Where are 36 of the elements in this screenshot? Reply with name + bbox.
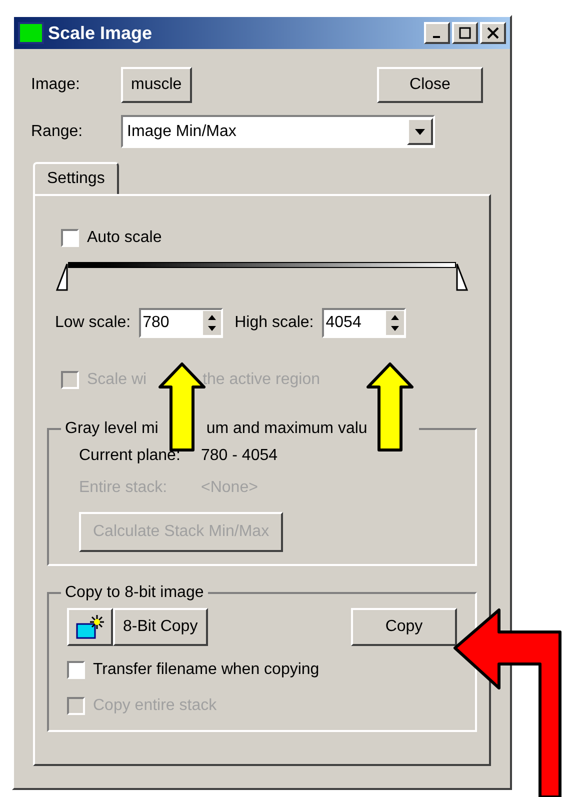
new-image-button[interactable] (67, 608, 113, 646)
scale-slider[interactable] (56, 262, 468, 292)
group-title: Copy to 8-bit image (65, 583, 204, 603)
checkbox[interactable] (67, 661, 85, 679)
pointer-arrow-icon (453, 608, 563, 797)
group-title: um and maximum valu (206, 419, 368, 439)
group-title: Gray level mi (65, 419, 158, 439)
info-label: Current plane: (79, 446, 182, 466)
image-label: Image: (31, 75, 81, 95)
minimize-icon[interactable] (424, 22, 450, 44)
range-value: Image Min/Max (126, 122, 238, 142)
image-button[interactable]: muscle (121, 67, 192, 103)
checkbox-label: Auto scale (87, 228, 162, 248)
image-sparkle-icon (75, 614, 105, 640)
spin-arrows-icon[interactable] (202, 311, 221, 335)
number-field[interactable]: 780 (138, 308, 223, 338)
number-field[interactable]: 4054 (322, 308, 406, 338)
tab[interactable]: Settings (33, 162, 119, 194)
checkbox[interactable] (61, 229, 79, 247)
field-label: High scale: (234, 313, 314, 333)
range-dropdown[interactable]: Image Min/Max (121, 115, 435, 148)
info-value: 780 - 4054 (201, 446, 278, 466)
field-label: Low scale: (55, 313, 131, 333)
close-icon[interactable] (480, 22, 506, 44)
app-icon (18, 22, 44, 44)
bit-copy-button[interactable]: 8-Bit Copy (113, 608, 208, 646)
checkbox-label: Transfer filename when copying (93, 660, 320, 680)
field-value: 4054 (324, 313, 362, 333)
close-button[interactable]: Close (377, 67, 483, 103)
up-arrow-icon (366, 362, 414, 452)
field-value: 780 (142, 313, 170, 333)
range-label: Range: (31, 122, 84, 142)
spin-arrows-icon[interactable] (386, 311, 404, 335)
maximize-icon[interactable] (452, 22, 478, 44)
window-title: Scale Image (48, 22, 154, 45)
copy-button[interactable]: Copy (351, 608, 457, 646)
